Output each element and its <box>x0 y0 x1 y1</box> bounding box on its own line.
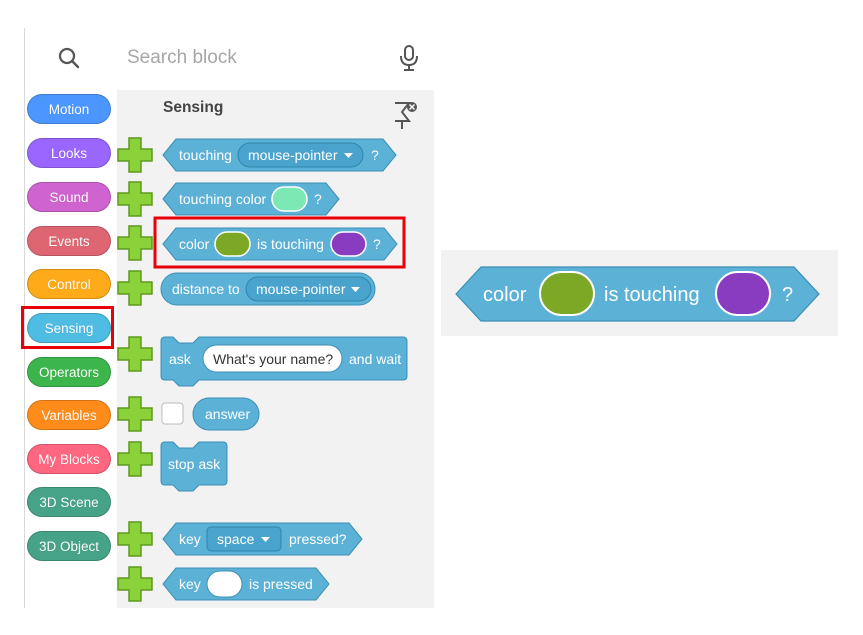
block-label: touching <box>179 147 232 163</box>
color-swatch[interactable] <box>330 231 367 257</box>
dropdown-value: mouse-pointer <box>248 147 338 163</box>
block-label: stop ask <box>168 456 221 472</box>
touching-block[interactable]: touching mouse-pointer ? <box>162 138 397 172</box>
key-pressed-block[interactable]: key space pressed? <box>162 522 363 556</box>
input-value: What's your name? <box>213 351 333 367</box>
block-label: is touching <box>257 236 324 252</box>
add-block-icon[interactable] <box>117 566 153 602</box>
color-swatch <box>539 271 595 316</box>
dropdown-value: mouse-pointer <box>256 281 346 297</box>
block-suffix: ? <box>782 284 793 306</box>
block-label: color <box>179 236 210 252</box>
block-suffix: ? <box>371 147 379 163</box>
zoomed-block-canvas: color is touching ? <box>455 266 820 322</box>
block-label: answer <box>205 406 250 422</box>
block-suffix: is pressed <box>249 576 313 592</box>
touching-color-block[interactable]: touching color ? <box>162 182 340 216</box>
block-suffix: and wait <box>349 351 401 367</box>
block-suffix: pressed? <box>289 531 347 547</box>
add-block-icon[interactable] <box>117 181 153 217</box>
block-label: key <box>179 576 201 592</box>
color-swatch[interactable] <box>271 186 308 212</box>
block-label: touching color <box>179 191 267 207</box>
add-block-icon[interactable] <box>117 396 153 432</box>
color-swatch <box>715 271 771 316</box>
block-label: is touching <box>604 284 700 306</box>
color-is-touching-block[interactable]: color is touching ? <box>162 227 398 261</box>
text-input[interactable] <box>206 570 243 598</box>
ask-and-wait-block[interactable]: ask What's your name? and wait <box>160 336 408 387</box>
zoomed-color-is-touching-block: color is touching ? <box>455 266 820 322</box>
add-block-icon[interactable] <box>117 336 153 372</box>
block-label: distance to <box>172 281 240 297</box>
dropdown-value: space <box>217 531 255 547</box>
answer-block[interactable]: answer <box>192 397 260 431</box>
stop-ask-block[interactable]: stop ask <box>160 441 228 492</box>
add-block-icon[interactable] <box>117 521 153 557</box>
block-suffix: ? <box>373 236 381 252</box>
key-is-pressed-block[interactable]: key is pressed <box>162 567 330 601</box>
block-label: color <box>483 284 527 306</box>
add-block-icon[interactable] <box>117 270 153 306</box>
color-swatch[interactable] <box>214 231 251 257</box>
block-label: key <box>179 531 201 547</box>
block-label: ask <box>169 351 192 367</box>
distance-to-block[interactable]: distance to mouse-pointer <box>160 272 376 306</box>
block-suffix: ? <box>314 191 322 207</box>
add-block-icon[interactable] <box>117 137 153 173</box>
add-block-icon[interactable] <box>117 441 153 477</box>
add-block-icon[interactable] <box>117 225 153 261</box>
answer-checkbox[interactable] <box>161 402 184 425</box>
